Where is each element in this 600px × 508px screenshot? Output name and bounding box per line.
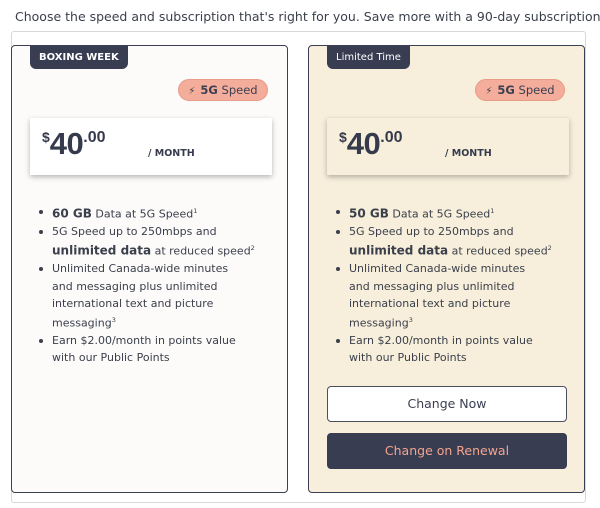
5g-speed-badge: ⚡︎ 5G Speed: [475, 79, 565, 101]
plan-tag: Limited Time: [327, 46, 410, 69]
price-box: $40.00 / MONTH: [327, 118, 569, 175]
price-amount: 40: [346, 126, 381, 161]
data-text: Data at 5G Speed: [95, 207, 194, 221]
footnote-2: 2: [547, 244, 552, 253]
canada-line-4: messaging: [52, 316, 112, 330]
change-now-button[interactable]: Change Now: [327, 386, 567, 422]
reduced-speed-text: at reduced speed: [154, 244, 251, 258]
footnote-3: 3: [111, 316, 116, 325]
price-period: / MONTH: [445, 148, 492, 159]
points-line-1: Earn $2.00/month in points value: [52, 334, 236, 348]
feature-points: Earn $2.00/month in points value with our…: [37, 332, 277, 367]
canada-line-2: and messaging plus unlimited: [52, 279, 218, 293]
speed-text: 5G Speed up to 250mbps and: [349, 224, 514, 238]
5g-speed-badge: ⚡︎ 5G Speed: [178, 79, 268, 101]
unlimited-data: unlimited data: [52, 243, 152, 258]
feature-list: 60 GB Data at 5G Speed1 5G Speed up to 2…: [37, 203, 277, 367]
lightning-icon: ⚡︎: [188, 86, 196, 97]
feature-speed: 5G Speed up to 250mbps and unlimited data…: [334, 223, 574, 260]
price-cents: .00: [83, 129, 106, 146]
intro-text: Choose the speed and subscription that's…: [15, 9, 600, 24]
badge-bold: 5G: [200, 83, 218, 97]
change-on-renewal-button[interactable]: Change on Renewal: [327, 433, 567, 469]
feature-speed: 5G Speed up to 250mbps and unlimited data…: [37, 223, 277, 260]
plan-card-boxing-week[interactable]: BOXING WEEK ⚡︎ 5G Speed $40.00 / MONTH 60…: [11, 45, 288, 493]
feature-canada: Unlimited Canada-wide minutes and messagi…: [37, 260, 277, 332]
lightning-icon: ⚡︎: [485, 86, 493, 97]
canada-line-2: and messaging plus unlimited: [349, 279, 515, 293]
points-line-1: Earn $2.00/month in points value: [349, 334, 533, 348]
points-line-2: with our Public Points: [52, 351, 170, 365]
price-period: / MONTH: [148, 148, 195, 159]
badge-text: Speed: [221, 83, 258, 97]
footnote-2: 2: [250, 244, 255, 253]
price: $40.00: [42, 126, 106, 162]
badge-text: Speed: [518, 83, 555, 97]
price-currency: $: [42, 129, 50, 145]
feature-canada: Unlimited Canada-wide minutes and messagi…: [334, 260, 574, 332]
feature-data: 60 GB Data at 5G Speed1: [37, 203, 277, 223]
points-line-2: with our Public Points: [349, 351, 467, 365]
plan-card-limited-time[interactable]: Limited Time ⚡︎ 5G Speed $40.00 / MONTH 5…: [308, 45, 585, 493]
feature-data: 50 GB Data at 5G Speed1: [334, 203, 574, 223]
canada-line-3: international text and picture: [349, 296, 511, 310]
price-cents: .00: [380, 129, 403, 146]
reduced-speed-text: at reduced speed: [451, 244, 548, 258]
feature-list: 50 GB Data at 5G Speed1 5G Speed up to 2…: [334, 203, 574, 367]
badge-bold: 5G: [497, 83, 515, 97]
footnote-1: 1: [193, 207, 198, 215]
price: $40.00: [339, 126, 403, 162]
canada-line-4: messaging: [349, 316, 409, 330]
speed-text: 5G Speed up to 250mbps and: [52, 224, 217, 238]
price-currency: $: [339, 129, 347, 145]
footnote-1: 1: [490, 207, 495, 215]
unlimited-data: unlimited data: [349, 243, 449, 258]
price-box: $40.00 / MONTH: [30, 118, 272, 175]
plan-tag: BOXING WEEK: [30, 46, 128, 69]
canada-line-3: international text and picture: [52, 296, 214, 310]
canada-line-1: Unlimited Canada-wide minutes: [52, 262, 229, 276]
data-text: Data at 5G Speed: [392, 207, 491, 221]
data-amount: 60 GB: [52, 206, 92, 221]
footnote-3: 3: [408, 316, 413, 325]
feature-points: Earn $2.00/month in points value with our…: [334, 332, 574, 367]
price-amount: 40: [49, 126, 84, 161]
canada-line-1: Unlimited Canada-wide minutes: [349, 262, 526, 276]
data-amount: 50 GB: [349, 206, 389, 221]
